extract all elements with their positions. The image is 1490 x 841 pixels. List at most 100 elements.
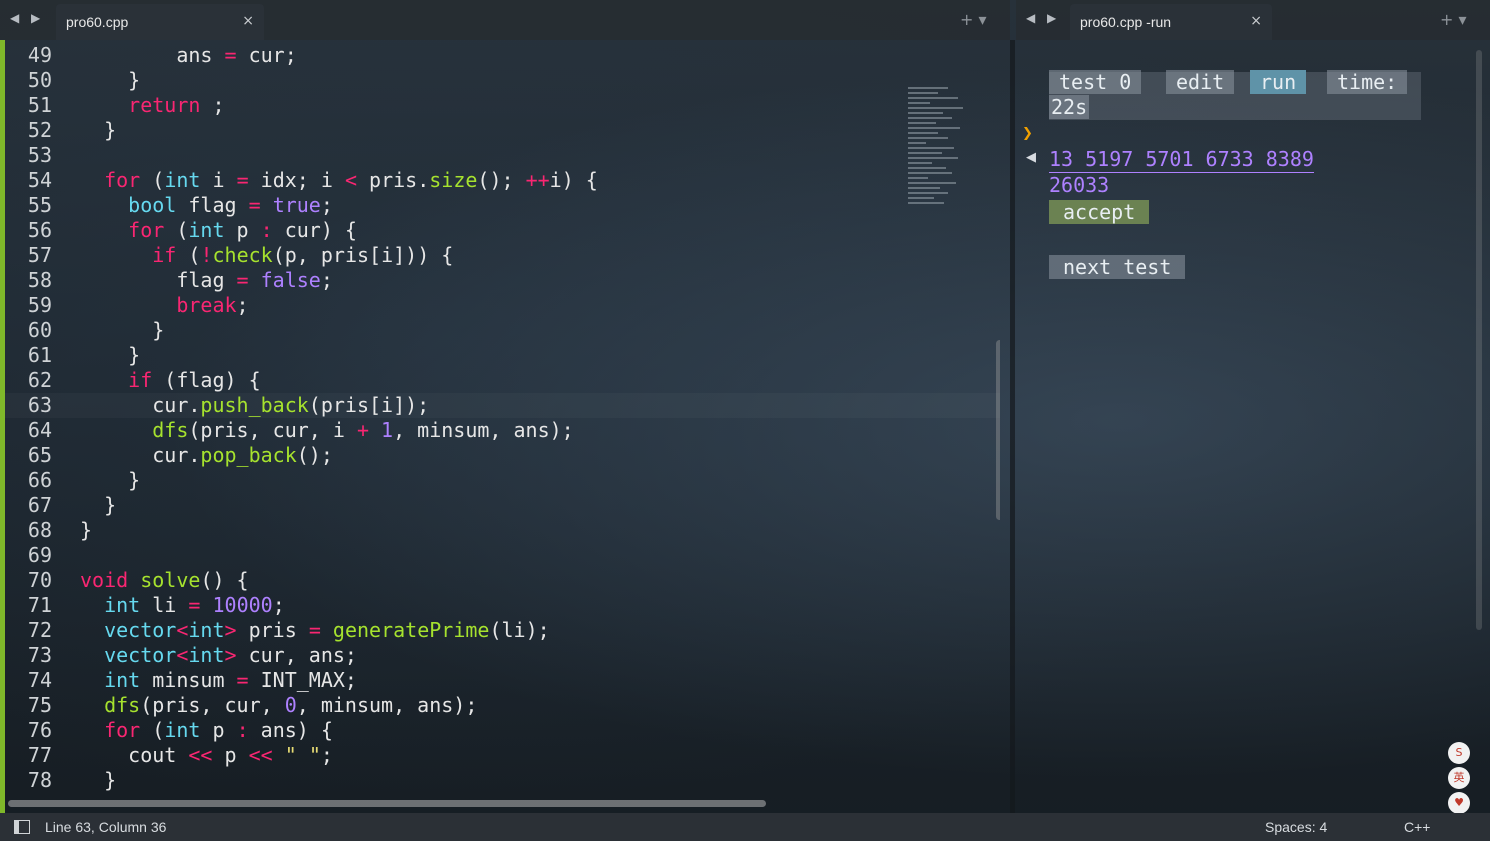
line-number: 54	[27, 168, 52, 192]
code-text: int li = 10000;	[104, 593, 285, 617]
line-number: 53	[27, 143, 52, 167]
code-text: }	[80, 518, 93, 542]
output-line-1: 13 5197 5701 6733 8389	[1049, 147, 1314, 173]
tab-nav-arrows[interactable]: ◀ ▶	[10, 11, 44, 25]
line-number: 49	[27, 43, 52, 67]
line-number: 71	[27, 593, 52, 617]
code-line[interactable]: 78 }	[0, 768, 1000, 793]
code-line[interactable]: 49 ans = cur;	[0, 43, 1000, 68]
code-line[interactable]: 70 void solve() {	[0, 568, 1000, 593]
collapse-arrow-icon[interactable]: ◀	[1026, 150, 1036, 165]
code-text: void solve() {	[80, 568, 249, 592]
code-line[interactable]: 74 int minsum = INT_MAX;	[0, 668, 1000, 693]
line-number: 69	[27, 543, 52, 567]
code-line[interactable]: 63 cur.push_back(pris[i]);	[0, 393, 1000, 418]
code-text: dfs(pris, cur, 0, minsum, ans);	[104, 693, 478, 717]
code-line[interactable]: 50 }	[0, 68, 1000, 93]
code-line[interactable]: 59 break;	[0, 293, 1000, 318]
code-line[interactable]: 69	[0, 543, 1000, 568]
code-line[interactable]: 76 for (int p : ans) {	[0, 718, 1000, 743]
time-value: 22s	[1049, 95, 1090, 119]
line-number: 72	[27, 618, 52, 642]
next-test-button[interactable]: next test	[1049, 255, 1186, 279]
line-number: 66	[27, 468, 52, 492]
run-button[interactable]: run	[1250, 70, 1307, 94]
code-line[interactable]: 72 vector<int> pris = generatePrime(li);	[0, 618, 1000, 643]
tab-pro60-cpp[interactable]: pro60.cpp ×	[56, 4, 264, 40]
line-number: 59	[27, 293, 52, 317]
accept-button[interactable]: accept	[1049, 200, 1150, 224]
code-text: cur.pop_back();	[80, 443, 333, 467]
code-text: cout << p << " ";	[80, 743, 333, 767]
new-tab-controls[interactable]: + ▾	[1440, 10, 1467, 29]
side-panel-icon[interactable]	[14, 820, 30, 834]
tab-label: pro60.cpp -run	[1080, 14, 1172, 30]
code-text: bool flag = true;	[128, 193, 333, 217]
close-icon[interactable]: ×	[1250, 13, 1262, 29]
code-line[interactable]: 61 }	[0, 343, 1000, 368]
code-text: if (flag) {	[128, 368, 261, 392]
line-number: 60	[27, 318, 52, 342]
vertical-scrollbar[interactable]	[1476, 50, 1482, 630]
horizontal-scrollbar[interactable]	[8, 800, 766, 807]
line-number: 58	[27, 268, 52, 292]
code-line[interactable]: 66 }	[0, 468, 1000, 493]
code-line[interactable]: 54 for (int i = idx; i < pris.size(); ++…	[0, 168, 1000, 193]
code-text: }	[80, 343, 141, 367]
indentation-setting[interactable]: Spaces: 4	[1265, 819, 1327, 835]
code-line[interactable]: 51 return ;	[0, 93, 1000, 118]
code-line[interactable]: 55 bool flag = true;	[0, 193, 1000, 218]
test-0-button[interactable]: test 0	[1049, 70, 1142, 94]
code-line[interactable]: 58 flag = false;	[0, 268, 1000, 293]
line-number: 70	[27, 568, 52, 592]
sogou-icon[interactable]: S	[1448, 742, 1470, 764]
line-number: 50	[27, 68, 52, 92]
code-line[interactable]: 65 cur.pop_back();	[0, 443, 1000, 468]
line-number: 64	[27, 418, 52, 442]
code-text: for (int p : ans) {	[104, 718, 333, 742]
code-text: int minsum = INT_MAX;	[104, 668, 357, 692]
vertical-scrollbar[interactable]	[996, 340, 1000, 520]
cursor-position[interactable]: Line 63, Column 36	[45, 819, 166, 835]
code-line[interactable]: 67 }	[0, 493, 1000, 518]
code-line[interactable]: 62 if (flag) {	[0, 368, 1000, 393]
close-icon[interactable]: ×	[242, 13, 254, 29]
code-line[interactable]: 73 vector<int> cur, ans;	[0, 643, 1000, 668]
code-line[interactable]: 57 if (!check(p, pris[i])) {	[0, 243, 1000, 268]
code-line[interactable]: 52 }	[0, 118, 1000, 143]
code-text: }	[80, 68, 141, 92]
line-number: 73	[27, 643, 52, 667]
code-line[interactable]: 56 for (int p : cur) {	[0, 218, 1000, 243]
fold-marker-icon[interactable]: ❯	[1022, 126, 1033, 141]
edit-button[interactable]: edit	[1166, 70, 1235, 94]
code-line[interactable]: 71 int li = 10000;	[0, 593, 1000, 618]
code-line[interactable]: 64 dfs(pris, cur, i + 1, minsum, ans);	[0, 418, 1000, 443]
line-number: 55	[27, 193, 52, 217]
code-text: for (int p : cur) {	[128, 218, 357, 242]
input-method-icon[interactable]: 英	[1448, 767, 1470, 789]
code-text: return ;	[128, 93, 225, 117]
code-line[interactable]: 77 cout << p << " ";	[0, 743, 1000, 768]
code-line[interactable]: 60 }	[0, 318, 1000, 343]
line-number: 57	[27, 243, 52, 267]
code-line[interactable]: 53	[0, 143, 1000, 168]
code-editor[interactable]: 49 ans = cur; 50 } 51 return ; 52 } 53 54 for…	[0, 40, 1000, 813]
code-line[interactable]: 75 dfs(pris, cur, 0, minsum, ans);	[0, 693, 1000, 718]
code-text: }	[80, 768, 117, 792]
line-number: 68	[27, 518, 52, 542]
line-number: 76	[27, 718, 52, 742]
syntax-language[interactable]: C++	[1404, 819, 1430, 835]
line-number: 67	[27, 493, 52, 517]
code-text: ans = cur;	[80, 43, 297, 67]
code-text: vector<int> pris = generatePrime(li);	[104, 618, 550, 642]
tab-nav-arrows[interactable]: ◀ ▶	[1026, 11, 1060, 25]
tray-heart-icon[interactable]: ♥	[1448, 792, 1470, 814]
new-tab-controls[interactable]: + ▾	[960, 10, 987, 29]
code-text: if (!check(p, pris[i])) {	[152, 243, 454, 267]
code-text: flag = false;	[80, 268, 333, 292]
pane-divider[interactable]	[1010, 40, 1015, 813]
line-number: 77	[27, 743, 52, 767]
minimap[interactable]	[908, 84, 968, 324]
tab-pro60-run[interactable]: pro60.cpp -run ×	[1070, 4, 1272, 40]
code-line[interactable]: 68}	[0, 518, 1000, 543]
